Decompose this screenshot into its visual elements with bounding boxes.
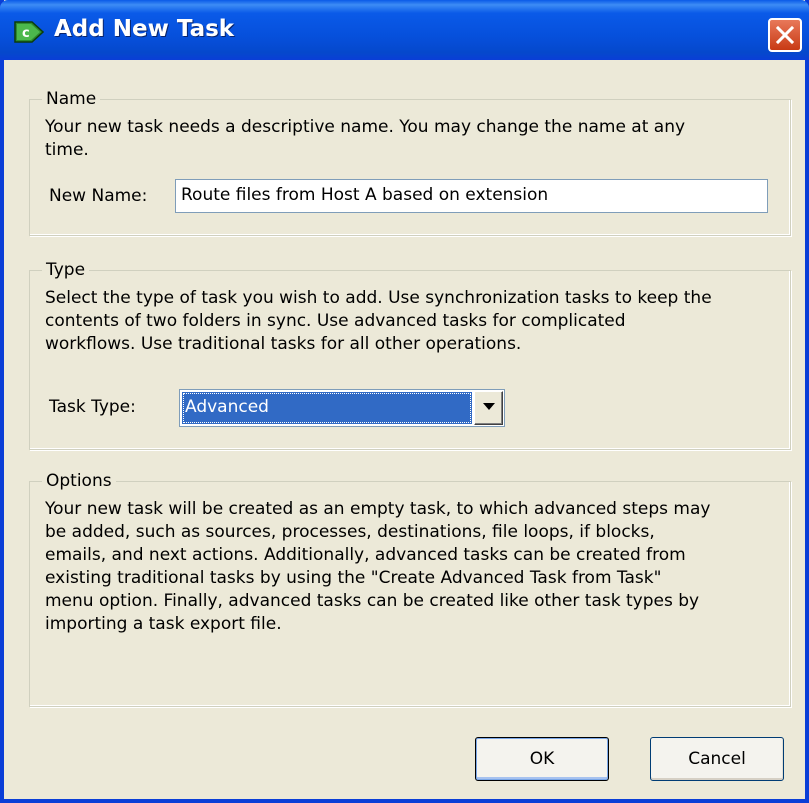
type-description-line: workflows. Use traditional tasks for all… [45,334,522,354]
options-description-line: be added, such as sources, processes, de… [45,522,655,542]
options-description-line: menu option. Finally, advanced tasks can… [45,591,700,611]
type-group-legend: Type [42,259,90,281]
new-name-input[interactable]: Route files from Host A based on extensi… [175,179,768,213]
name-group-legend: Name [42,88,101,110]
name-description: Your new task needs a descriptive name. … [45,116,685,162]
svg-text:c: c [22,26,30,41]
options-description-line: existing traditional tasks by using the … [45,568,662,588]
new-name-label: New Name: [49,186,148,206]
ok-button[interactable]: OK [475,737,609,781]
task-type-dropdown-button[interactable] [474,391,503,425]
add-new-task-dialog: c Add New Task Name Your new task needs … [0,0,809,803]
cancel-button[interactable]: Cancel [650,737,784,781]
options-description-line: importing a task export file. [45,614,282,634]
options-description-line: emails, and next actions. Additionally, … [45,545,686,565]
task-type-select[interactable]: Advanced [179,389,505,427]
type-description-line: Select the type of task you wish to add.… [45,288,712,308]
options-group: Options Your new task will be created as… [29,470,791,707]
title-bar[interactable]: c Add New Task [0,0,809,60]
task-type-label: Task Type: [49,397,136,417]
chevron-down-icon [483,403,495,410]
app-icon: c [14,20,45,44]
name-group: Name Your new task needs a descriptive n… [29,88,791,236]
name-description-line: Your new task needs a descriptive name. … [45,117,686,137]
options-description-line: Your new task will be created as an empt… [45,499,711,519]
name-description-line: time. [45,140,89,160]
options-description: Your new task will be created as an empt… [45,498,710,636]
close-icon [775,25,795,45]
options-group-legend: Options [42,470,116,492]
type-description-line: contents of two folders in sync. Use adv… [45,311,626,331]
type-description: Select the type of task you wish to add.… [45,287,712,356]
window-title: Add New Task [54,16,235,42]
close-button[interactable] [768,18,802,52]
task-type-selected-value: Advanced [182,392,472,424]
type-group: Type Select the type of task you wish to… [29,259,791,450]
